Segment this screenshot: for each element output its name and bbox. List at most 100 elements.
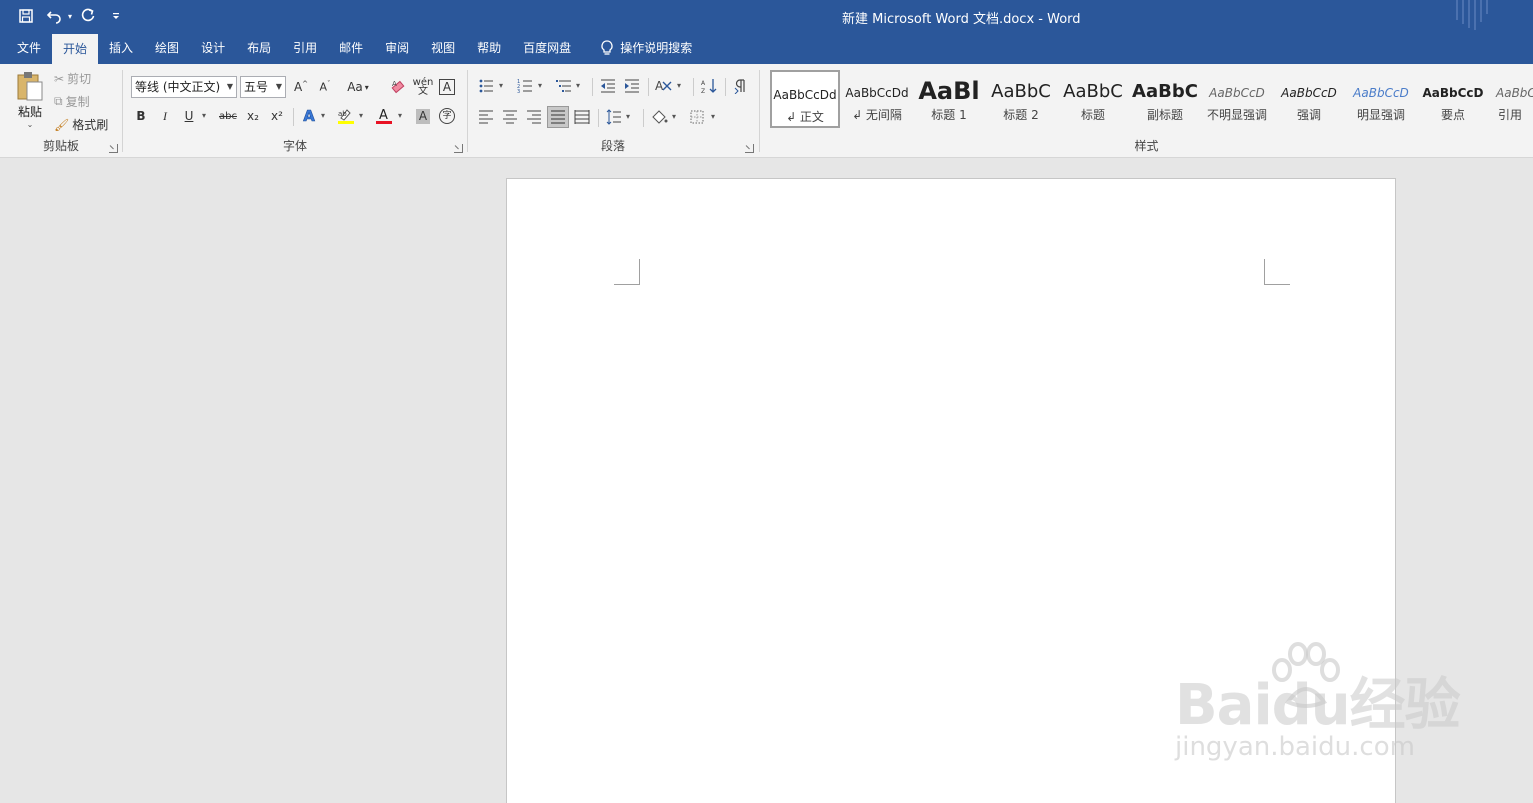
scissors-icon: ✂ xyxy=(54,71,65,86)
bullets-dropdown-icon[interactable]: ▾ xyxy=(499,81,503,90)
svg-text:3: 3 xyxy=(517,89,520,94)
tab-draw[interactable]: 绘图 xyxy=(144,32,190,64)
grow-font-button[interactable]: A^ xyxy=(290,76,312,98)
underline-dropdown-icon[interactable]: ▾ xyxy=(202,111,206,120)
font-color-button[interactable]: A xyxy=(373,105,395,127)
numbering-dropdown-icon[interactable]: ▾ xyxy=(538,81,542,90)
tab-layout[interactable]: 布局 xyxy=(236,32,282,64)
underline-button[interactable]: U xyxy=(178,105,200,127)
bold-button[interactable]: B xyxy=(130,105,152,127)
tab-view[interactable]: 视图 xyxy=(420,32,466,64)
multilevel-list-button[interactable] xyxy=(553,75,575,97)
title-bar: ▾ 新建 Microsoft Word 文档.docx - Word xyxy=(0,0,1533,32)
sort-button[interactable]: AZ xyxy=(698,75,720,97)
paste-dropdown-icon[interactable]: ⌄ xyxy=(10,120,50,129)
line-spacing-dropdown-icon[interactable]: ▾ xyxy=(626,112,630,121)
highlight-dropdown-icon[interactable]: ▾ xyxy=(359,111,363,120)
numbering-button[interactable]: 123 xyxy=(514,75,536,97)
tab-design[interactable]: 设计 xyxy=(190,32,236,64)
distributed-button[interactable] xyxy=(571,106,593,128)
redo-icon xyxy=(81,8,95,22)
character-border-button[interactable]: A xyxy=(436,76,458,98)
format-painter-button[interactable]: 🖌 格式刷 xyxy=(54,116,108,133)
bullets-button[interactable] xyxy=(475,75,497,97)
text-effects-button[interactable]: A xyxy=(298,105,320,127)
align-right-button[interactable] xyxy=(523,106,545,128)
italic-button[interactable]: I xyxy=(154,105,176,127)
svg-text:A: A xyxy=(701,80,706,87)
bullets-icon xyxy=(479,79,493,93)
paste-icon xyxy=(17,72,43,101)
clear-formatting-button[interactable]: A xyxy=(387,76,409,98)
sort-icon: AZ xyxy=(701,79,717,94)
cut-button[interactable]: ✂ 剪切 xyxy=(54,70,91,87)
change-case-label: Aa xyxy=(347,80,363,94)
font-size-combo[interactable]: 五号 ▼ xyxy=(240,76,286,98)
tab-file[interactable]: 文件 xyxy=(6,32,52,64)
character-shading-button[interactable]: A xyxy=(412,105,434,127)
chinese-layout-button[interactable]: A xyxy=(653,75,675,97)
phonetic-guide-icon: wén 文 xyxy=(412,77,434,97)
line-spacing-button[interactable] xyxy=(603,106,625,128)
highlighter-icon: ab xyxy=(338,109,354,124)
text-effects-dropdown-icon[interactable]: ▾ xyxy=(321,111,325,120)
clipboard-launcher-icon[interactable] xyxy=(109,144,118,153)
align-center-button[interactable] xyxy=(499,106,521,128)
paste-button[interactable]: 粘贴 ⌄ xyxy=(10,70,50,136)
phonetic-guide-button[interactable]: wén 文 xyxy=(412,76,434,98)
tell-me-search[interactable]: 操作说明搜索 xyxy=(582,32,703,64)
tab-help[interactable]: 帮助 xyxy=(466,32,512,64)
divider xyxy=(293,108,294,126)
undo-icon xyxy=(46,11,61,24)
change-case-button[interactable]: Aa ▾ xyxy=(343,76,373,98)
tab-baidu-netdisk[interactable]: 百度网盘 xyxy=(512,32,582,64)
undo-button[interactable] xyxy=(42,4,66,28)
chinese-layout-dropdown-icon[interactable]: ▾ xyxy=(677,81,681,90)
font-color-dropdown-icon[interactable]: ▾ xyxy=(398,111,402,120)
increase-indent-button[interactable] xyxy=(621,75,643,97)
font-name-combo[interactable]: 等线 (中文正文) ▼ xyxy=(131,76,237,98)
redo-button[interactable] xyxy=(76,4,100,28)
highlight-button[interactable]: ab xyxy=(335,105,357,127)
watermark-sub-text: jingyan.baidu.com xyxy=(1175,732,1415,762)
undo-dropdown-icon[interactable]: ▾ xyxy=(68,12,72,21)
tab-insert[interactable]: 插入 xyxy=(98,32,144,64)
shading-button[interactable] xyxy=(648,106,670,128)
superscript-button[interactable]: x² xyxy=(266,105,288,127)
customize-qat-button[interactable] xyxy=(104,4,128,28)
show-marks-button[interactable] xyxy=(730,75,752,97)
justify-button[interactable] xyxy=(547,106,569,128)
watermark-main-text: Baidu经验 xyxy=(1175,673,1461,738)
strikethrough-button[interactable]: abc xyxy=(217,105,239,127)
ribbon-tab-bar: 文件 开始 插入 绘图 设计 布局 引用 邮件 审阅 视图 帮助 百度网盘 操作… xyxy=(0,32,1533,64)
copy-button[interactable]: ⧉ 复制 xyxy=(54,93,90,110)
subscript-button[interactable]: x₂ xyxy=(242,105,264,127)
save-button[interactable] xyxy=(14,4,38,28)
enclose-characters-button[interactable]: 字 xyxy=(436,105,458,127)
quick-access-toolbar: ▾ xyxy=(14,4,128,28)
borders-dropdown-icon[interactable]: ▾ xyxy=(711,112,715,121)
ribbon: 粘贴 ⌄ ✂ 剪切 ⧉ 复制 🖌 格式刷 剪贴板 等线 (中文正文) ▼ 五号 … xyxy=(0,64,1533,158)
borders-button[interactable] xyxy=(686,106,708,128)
tab-mailings[interactable]: 邮件 xyxy=(328,32,374,64)
chevron-down-icon: ▼ xyxy=(275,82,282,91)
tab-references[interactable]: 引用 xyxy=(282,32,328,64)
paragraph-launcher-icon[interactable] xyxy=(745,144,754,153)
decrease-indent-button[interactable] xyxy=(597,75,619,97)
font-launcher-icon[interactable] xyxy=(454,144,463,153)
svg-text:A: A xyxy=(655,79,664,93)
shrink-font-button[interactable]: Aˇ xyxy=(314,76,336,98)
align-left-button[interactable] xyxy=(475,106,497,128)
eraser-icon: A xyxy=(391,80,405,94)
clipboard-group-label: 剪贴板 xyxy=(42,139,79,153)
shading-dropdown-icon[interactable]: ▾ xyxy=(672,112,676,121)
decrease-indent-icon xyxy=(601,79,615,93)
multilevel-dropdown-icon[interactable]: ▾ xyxy=(576,81,580,90)
line-spacing-icon xyxy=(606,109,621,125)
paragraph-mark-icon xyxy=(734,79,745,94)
paste-label: 粘贴 xyxy=(17,105,42,119)
format-painter-label: 格式刷 xyxy=(72,118,109,132)
tab-review[interactable]: 审阅 xyxy=(374,32,420,64)
tab-home[interactable]: 开始 xyxy=(52,34,99,64)
font-name-value: 等线 (中文正文) xyxy=(135,80,221,94)
